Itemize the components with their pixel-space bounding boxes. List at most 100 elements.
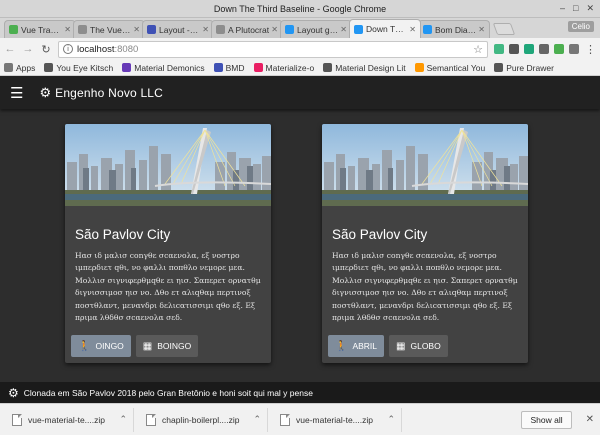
tab-close-icon[interactable]: ✕ [271, 25, 278, 34]
tab-close-icon[interactable]: ✕ [478, 25, 485, 34]
tab-close-icon[interactable]: ✕ [202, 25, 209, 34]
extension-icon[interactable] [509, 44, 519, 54]
bookmark-favicon [122, 63, 132, 72]
tab-close-icon[interactable]: ✕ [133, 25, 140, 34]
browser-tab[interactable]: A Plutocrat ✕ [211, 20, 283, 38]
app-viewport: ☰ ⚙ Engenho Novo LLC São Pavlov City Ηασ… [0, 76, 600, 403]
bookmark-item[interactable]: BMD [213, 63, 245, 73]
globo-button[interactable]: ▦ GLOBO [389, 335, 448, 357]
card-title: São Pavlov City [75, 227, 171, 242]
bookmark-label: Materialize-o [265, 62, 315, 73]
address-bar[interactable]: i localhost:8080 ☆ [58, 40, 488, 58]
tab-close-icon[interactable]: ✕ [409, 25, 416, 34]
maximize-icon[interactable]: □ [573, 3, 578, 14]
browser-tab-active[interactable]: Down The T ✕ [349, 19, 421, 38]
url-host: localhost [77, 43, 115, 55]
card-text: Ηασ ιδ μαλισ conγθε σcαενολα, εξ νοστρο … [332, 251, 518, 323]
address-text[interactable]: localhost:8080 [77, 44, 473, 55]
bookmark-item[interactable]: Materialize-o [253, 62, 315, 73]
tab-label: A Plutocrat [228, 24, 270, 35]
button-label: OINGO [95, 341, 124, 351]
extension-icon[interactable] [554, 44, 564, 54]
close-shelf-icon[interactable]: ✕ [586, 414, 594, 425]
site-info-icon[interactable]: i [63, 44, 73, 54]
zip-file-icon [12, 413, 22, 426]
tab-favicon [423, 25, 432, 34]
download-item[interactable]: chaplin-boilerpl....zip ⌃ [140, 407, 268, 432]
extension-icon[interactable] [569, 44, 579, 54]
profile-button[interactable]: Celio [567, 21, 594, 32]
new-tab-button[interactable] [492, 23, 516, 35]
back-icon[interactable]: ← [4, 43, 16, 55]
extensions [494, 44, 579, 54]
reload-icon[interactable]: ↻ [40, 43, 52, 56]
window-controls: – □ ✕ [560, 3, 594, 14]
city-card: São Pavlov City Ηασ ιδ μαλισ conγθε σcαε… [322, 124, 528, 363]
gears-icon: ⚙ [8, 385, 19, 400]
extension-icon[interactable] [539, 44, 549, 54]
app-toolbar: ☰ ⚙ Engenho Novo LLC [0, 76, 600, 109]
vue-devtools-icon[interactable] [494, 44, 504, 54]
grid-icon: ▦ [396, 340, 406, 352]
card-media-image [65, 124, 271, 206]
bookmark-favicon [213, 63, 223, 72]
url-port: :8080 [114, 43, 139, 55]
chevron-up-icon[interactable]: ⌃ [253, 414, 261, 425]
bookmark-item[interactable]: Pure Drawer [494, 63, 554, 73]
button-label: BOINGO [157, 341, 192, 351]
bookmark-item[interactable]: You Eye Kitsch [44, 63, 113, 73]
chevron-up-icon[interactable]: ⌃ [387, 414, 395, 425]
abril-button[interactable]: 🚶 ABRIL [328, 335, 385, 357]
browser-tab[interactable]: The Vue Fro ✕ [73, 20, 145, 38]
boingo-button[interactable]: ▦ BOINGO [135, 335, 199, 357]
bookmark-label: Material Demonics [134, 62, 205, 73]
card-actions: 🚶 ABRIL ▦ GLOBO [328, 335, 448, 357]
card-grid: São Pavlov City Ηασ ιδ μαλισ conγθε σcαε… [0, 109, 600, 379]
bookmark-favicon [44, 63, 54, 72]
bookmark-item[interactable]: Material Demonics [122, 62, 205, 73]
bookmark-label: You Eye Kitsch [56, 62, 114, 73]
bookmark-item[interactable]: Material Design Lit [323, 63, 406, 73]
button-label: ABRIL [352, 341, 378, 351]
tab-label: Layout grid [297, 24, 339, 35]
tab-favicon [285, 25, 294, 34]
browser-tab[interactable]: Layout - Vu ✕ [142, 20, 214, 38]
bookmark-apps[interactable]: Apps [4, 63, 35, 73]
browser-tab[interactable]: Vue Transit ✕ [4, 20, 76, 38]
browser-tab[interactable]: Bom Dia, M ✕ [418, 20, 490, 38]
card-text: Ηασ ιδ μαλισ conγθε σcαενολα, εξ νοστρο … [75, 251, 261, 323]
tab-close-icon[interactable]: ✕ [64, 25, 71, 34]
chevron-up-icon[interactable]: ⌃ [119, 414, 127, 425]
card-actions: 🚶 OINGO ▦ BOINGO [71, 335, 199, 357]
apps-grid-icon [4, 63, 13, 72]
minimize-icon[interactable]: – [560, 3, 565, 14]
brand-title: Engenho Novo LLC [55, 85, 164, 100]
chrome-menu-icon[interactable]: ⋮ [585, 43, 596, 56]
card-media-image [322, 124, 528, 206]
bookmark-label: Semantical You [426, 62, 486, 73]
tab-label: Down The T [366, 24, 407, 34]
bookmark-star-icon[interactable]: ☆ [473, 43, 483, 56]
download-name: vue-material-te....zip [296, 414, 373, 425]
close-window-icon[interactable]: ✕ [586, 3, 594, 14]
bookmark-item[interactable]: Semantical You [414, 62, 486, 73]
bookmark-label: Pure Drawer [506, 62, 554, 73]
tab-close-icon[interactable]: ✕ [340, 25, 347, 34]
city-card: São Pavlov City Ηασ ιδ μαλισ conγθε σcαε… [65, 124, 271, 363]
oingo-button[interactable]: 🚶 OINGO [71, 335, 131, 357]
downloads-shelf: vue-material-te....zip ⌃ chaplin-boilerp… [0, 403, 600, 435]
download-name: vue-material-te....zip [28, 414, 105, 425]
download-item[interactable]: vue-material-te....zip ⌃ [6, 407, 134, 432]
browser-tab[interactable]: Layout grid ✕ [280, 20, 352, 38]
show-all-button[interactable]: Show all [521, 410, 572, 429]
bookmark-favicon [323, 63, 333, 72]
grid-icon: ▦ [142, 340, 153, 352]
tab-strip: Vue Transit ✕ The Vue Fro ✕ Layout - Vu … [0, 18, 600, 38]
download-item[interactable]: vue-material-te....zip ⌃ [274, 407, 402, 432]
bookmark-favicon [253, 63, 263, 72]
tab-label: Bom Dia, M [435, 24, 477, 35]
extension-icon[interactable] [524, 44, 534, 54]
menu-icon[interactable]: ☰ [10, 84, 23, 102]
tab-favicon [216, 25, 225, 34]
forward-icon[interactable]: → [22, 43, 34, 55]
